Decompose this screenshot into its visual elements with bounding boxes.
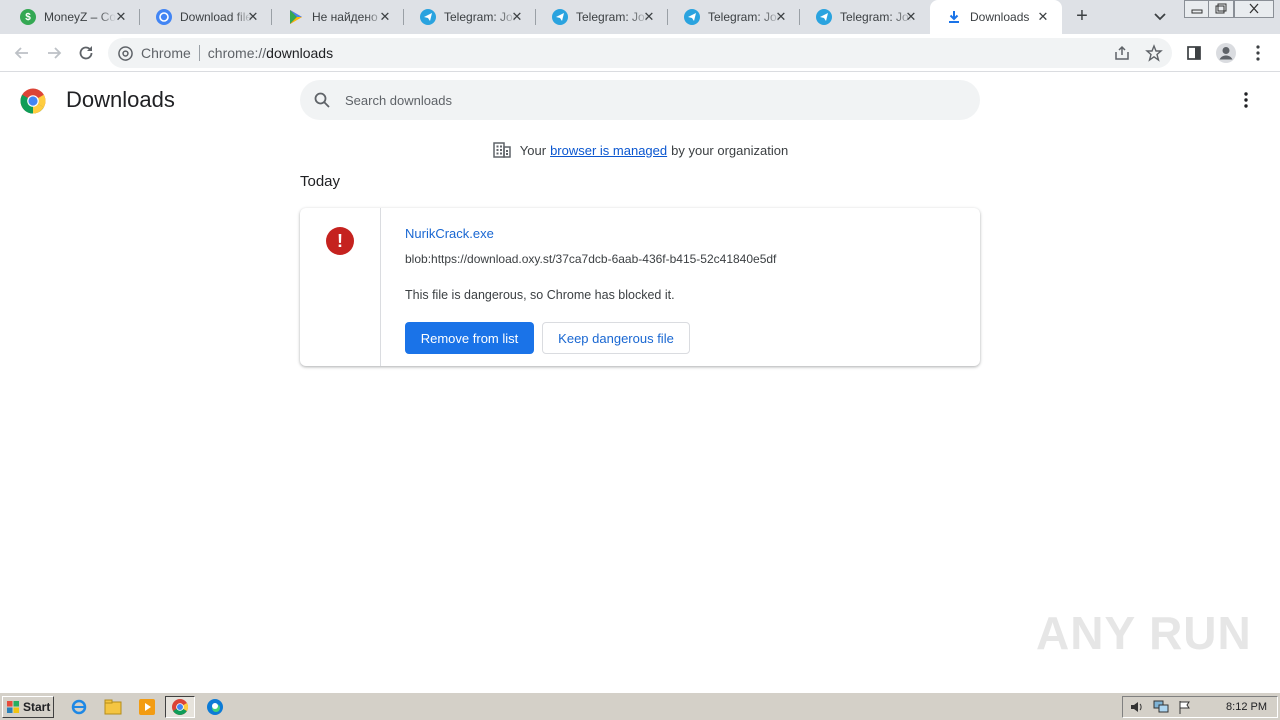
start-button[interactable]: Start [2, 696, 54, 718]
kebab-menu-icon[interactable] [1246, 41, 1270, 65]
kebab-menu-icon [1244, 92, 1248, 108]
download-item-icon-column: ! [300, 208, 381, 366]
tab-title: MoneyZ – Com [44, 10, 116, 24]
browser-managed-link[interactable]: browser is managed [550, 143, 667, 158]
telegram-icon [684, 9, 700, 25]
download-status: This file is dangerous, so Chrome has bl… [405, 288, 675, 302]
arrow-left-icon [14, 47, 28, 59]
tab-telegram-1[interactable]: Telegram: Join ✕ [404, 0, 536, 34]
site-chip-label: Chrome [141, 45, 191, 61]
taskbar-chrome-button[interactable] [165, 696, 195, 718]
search-downloads-box[interactable] [300, 80, 980, 120]
tab-title: Telegram: Join [708, 10, 780, 24]
close-icon[interactable]: ✕ [904, 10, 918, 24]
page-title: Downloads [66, 87, 175, 112]
building-icon [493, 142, 511, 158]
tab-telegram-4[interactable]: Telegram: Join ✕ [800, 0, 930, 34]
start-label: Start [23, 700, 51, 714]
url-host: downloads [266, 45, 334, 61]
reload-button[interactable] [74, 41, 98, 65]
reload-icon [79, 46, 93, 60]
restore-button[interactable] [1208, 0, 1234, 18]
close-icon[interactable]: ✕ [1036, 10, 1050, 24]
anyrun-watermark: ANY RUN [1036, 606, 1252, 660]
download-url: blob:https://download.oxy.st/37ca7dcb-6a… [405, 252, 777, 266]
telegram-icon [420, 9, 436, 25]
profile-avatar-icon[interactable] [1214, 41, 1238, 65]
close-icon[interactable]: ✕ [510, 10, 524, 24]
close-icon[interactable]: ✕ [378, 10, 392, 24]
share-icon[interactable] [1110, 41, 1134, 65]
managed-prefix: Your [519, 142, 547, 158]
download-item-card: ! NurikCrack.exe blob:https://download.o… [300, 208, 980, 366]
tab-title: Не найдено [312, 10, 378, 24]
chrome-logo-icon [20, 88, 46, 114]
arrow-right-icon [48, 47, 62, 59]
moneyz-icon: $ [20, 9, 36, 25]
managed-notice: Your browser is managed by your organiza… [0, 140, 1280, 160]
tab-downloads[interactable]: Downloads ✕ [930, 0, 1062, 34]
close-icon[interactable]: ✕ [114, 10, 128, 24]
tab-title: Telegram: Join [576, 10, 648, 24]
close-icon[interactable]: ✕ [642, 10, 656, 24]
url-scheme: chrome:// [207, 45, 267, 61]
google-play-icon [288, 9, 304, 25]
windows-flag-icon [7, 701, 19, 713]
new-tab-button[interactable]: + [1070, 5, 1094, 29]
site-chip[interactable]: Chrome [118, 45, 191, 61]
tab-title: Download file [180, 10, 252, 24]
address-bar[interactable]: Chrome chrome://downloads [108, 38, 1172, 68]
internet-explorer-icon[interactable] [68, 697, 90, 717]
forward-button[interactable] [42, 41, 66, 65]
telegram-icon [552, 9, 568, 25]
tab-telegram-3[interactable]: Telegram: Join ✕ [668, 0, 800, 34]
chrome-icon [172, 699, 188, 715]
action-center-flag-icon[interactable] [1177, 700, 1193, 714]
tab-title: Downloads [970, 10, 1030, 24]
system-tray: 8:12 PM [1122, 696, 1278, 718]
tab-download-file[interactable]: Download file ✕ [140, 0, 272, 34]
tab-not-found[interactable]: Не найдено ✕ [272, 0, 404, 34]
keep-dangerous-file-button[interactable]: Keep dangerous file [542, 322, 690, 354]
omnibox-divider [198, 45, 200, 61]
volume-icon[interactable] [1129, 700, 1145, 714]
bookmark-star-icon[interactable] [1142, 41, 1166, 65]
dangerous-warning-icon: ! [326, 227, 354, 255]
download-filename: NurikCrack.exe [405, 226, 494, 241]
download-icon [946, 9, 962, 25]
tab-search-chevron-down-icon[interactable] [1150, 8, 1170, 26]
more-actions-button[interactable] [1234, 88, 1258, 112]
minimize-button[interactable] [1184, 0, 1210, 18]
search-input[interactable] [345, 92, 945, 108]
remove-from-list-button[interactable]: Remove from list [405, 322, 534, 354]
browser-toolbar: Chrome chrome://downloads [0, 34, 1280, 72]
tab-title: Telegram: Join [444, 10, 516, 24]
close-icon[interactable]: ✕ [774, 10, 788, 24]
close-window-button[interactable] [1234, 0, 1274, 18]
taskbar-clock[interactable]: 8:12 PM [1226, 701, 1267, 713]
media-player-icon[interactable] [136, 697, 158, 717]
close-icon[interactable]: ✕ [246, 10, 260, 24]
managed-suffix: by your organization [671, 142, 789, 158]
edge-icon[interactable] [204, 697, 226, 717]
tab-moneyz[interactable]: $ MoneyZ – Com ✕ [4, 0, 140, 34]
back-button[interactable] [10, 41, 34, 65]
telegram-icon [816, 9, 832, 25]
file-explorer-icon[interactable] [102, 697, 124, 717]
side-panel-icon[interactable] [1182, 41, 1206, 65]
chrome-icon [118, 45, 133, 61]
tab-strip: $ MoneyZ – Com ✕ Download file ✕ Не найд… [0, 0, 1280, 34]
section-date-header: Today [300, 173, 341, 190]
watermark-text: ANY RUN [1036, 607, 1252, 659]
tab-telegram-2[interactable]: Telegram: Join ✕ [536, 0, 668, 34]
search-icon [314, 92, 330, 108]
tab-title: Telegram: Join [840, 10, 912, 24]
downloads-header: Downloads [0, 72, 1280, 128]
download-file-site-icon [156, 9, 172, 25]
network-icon[interactable] [1153, 700, 1169, 714]
windows-taskbar: Start 8:12 PM [0, 692, 1280, 720]
